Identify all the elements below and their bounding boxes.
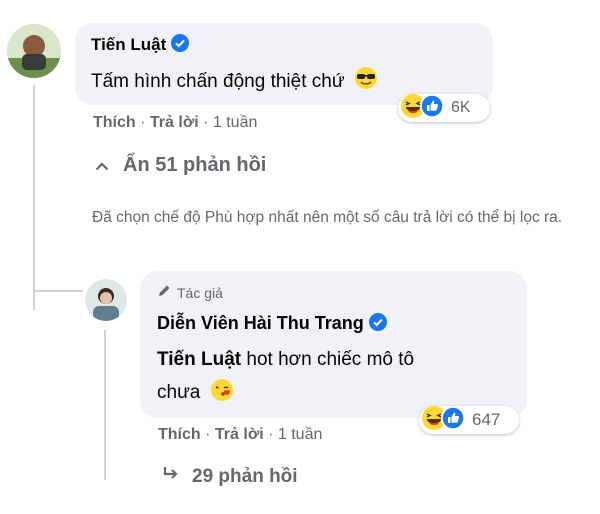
like-link[interactable]: Thích	[93, 114, 136, 131]
comment-text: Tấm hình chấn động thiệt chứ	[91, 71, 345, 92]
thread-line-branch	[33, 290, 83, 292]
avatar[interactable]	[7, 24, 61, 78]
thread-line-main	[33, 85, 35, 310]
like-reaction-icon	[441, 405, 465, 435]
reply-bubble: Tác giả Diễn Viên Hài Thu Trang Tiến Luậ…	[140, 271, 527, 418]
verified-badge-icon	[170, 34, 189, 57]
reply-link[interactable]: Trả lời	[215, 426, 264, 443]
comment-timestamp[interactable]: 1 tuần	[213, 114, 257, 131]
reaction-count: 6K	[451, 99, 471, 116]
filter-notice: Đã chọn chế độ Phù hợp nhất nên một số c…	[92, 209, 563, 226]
reaction-count: 647	[472, 410, 501, 429]
hide-replies-button[interactable]: Ẩn 51 phản hồi	[95, 154, 266, 177]
pencil-icon	[157, 284, 171, 301]
like-reaction-icon	[420, 93, 444, 123]
reply-arrow-icon	[162, 466, 180, 488]
thread-line-reply	[104, 330, 106, 480]
chevron-up-icon	[95, 154, 109, 177]
view-replies-button[interactable]: 29 phản hồi	[162, 466, 298, 488]
avatar[interactable]	[85, 279, 127, 321]
verified-badge-icon	[368, 313, 387, 336]
view-replies-label: 29 phản hồi	[192, 466, 298, 487]
kissing-emoji-icon	[210, 378, 234, 413]
reaction-summary[interactable]: 647	[419, 405, 519, 435]
comment-author[interactable]: Tiến Luật	[91, 35, 166, 55]
mentioned-user[interactable]: Tiến Luật	[157, 349, 241, 370]
hide-replies-label: Ẩn 51 phản hồi	[123, 154, 267, 176]
comment-actions: Thích · Trả lời · 1 tuần	[93, 114, 258, 131]
comment-author[interactable]: Diễn Viên Hài Thu Trang	[157, 313, 364, 334]
reaction-summary[interactable]: 6K	[398, 93, 490, 123]
reply-link[interactable]: Trả lời	[150, 114, 199, 131]
comment-timestamp[interactable]: 1 tuần	[278, 426, 322, 443]
like-link[interactable]: Thích	[158, 426, 201, 443]
comment-actions: Thích · Trả lời · 1 tuần	[158, 426, 323, 443]
sunglasses-emoji-icon	[354, 66, 378, 96]
author-badge: Tác giả	[177, 284, 223, 301]
